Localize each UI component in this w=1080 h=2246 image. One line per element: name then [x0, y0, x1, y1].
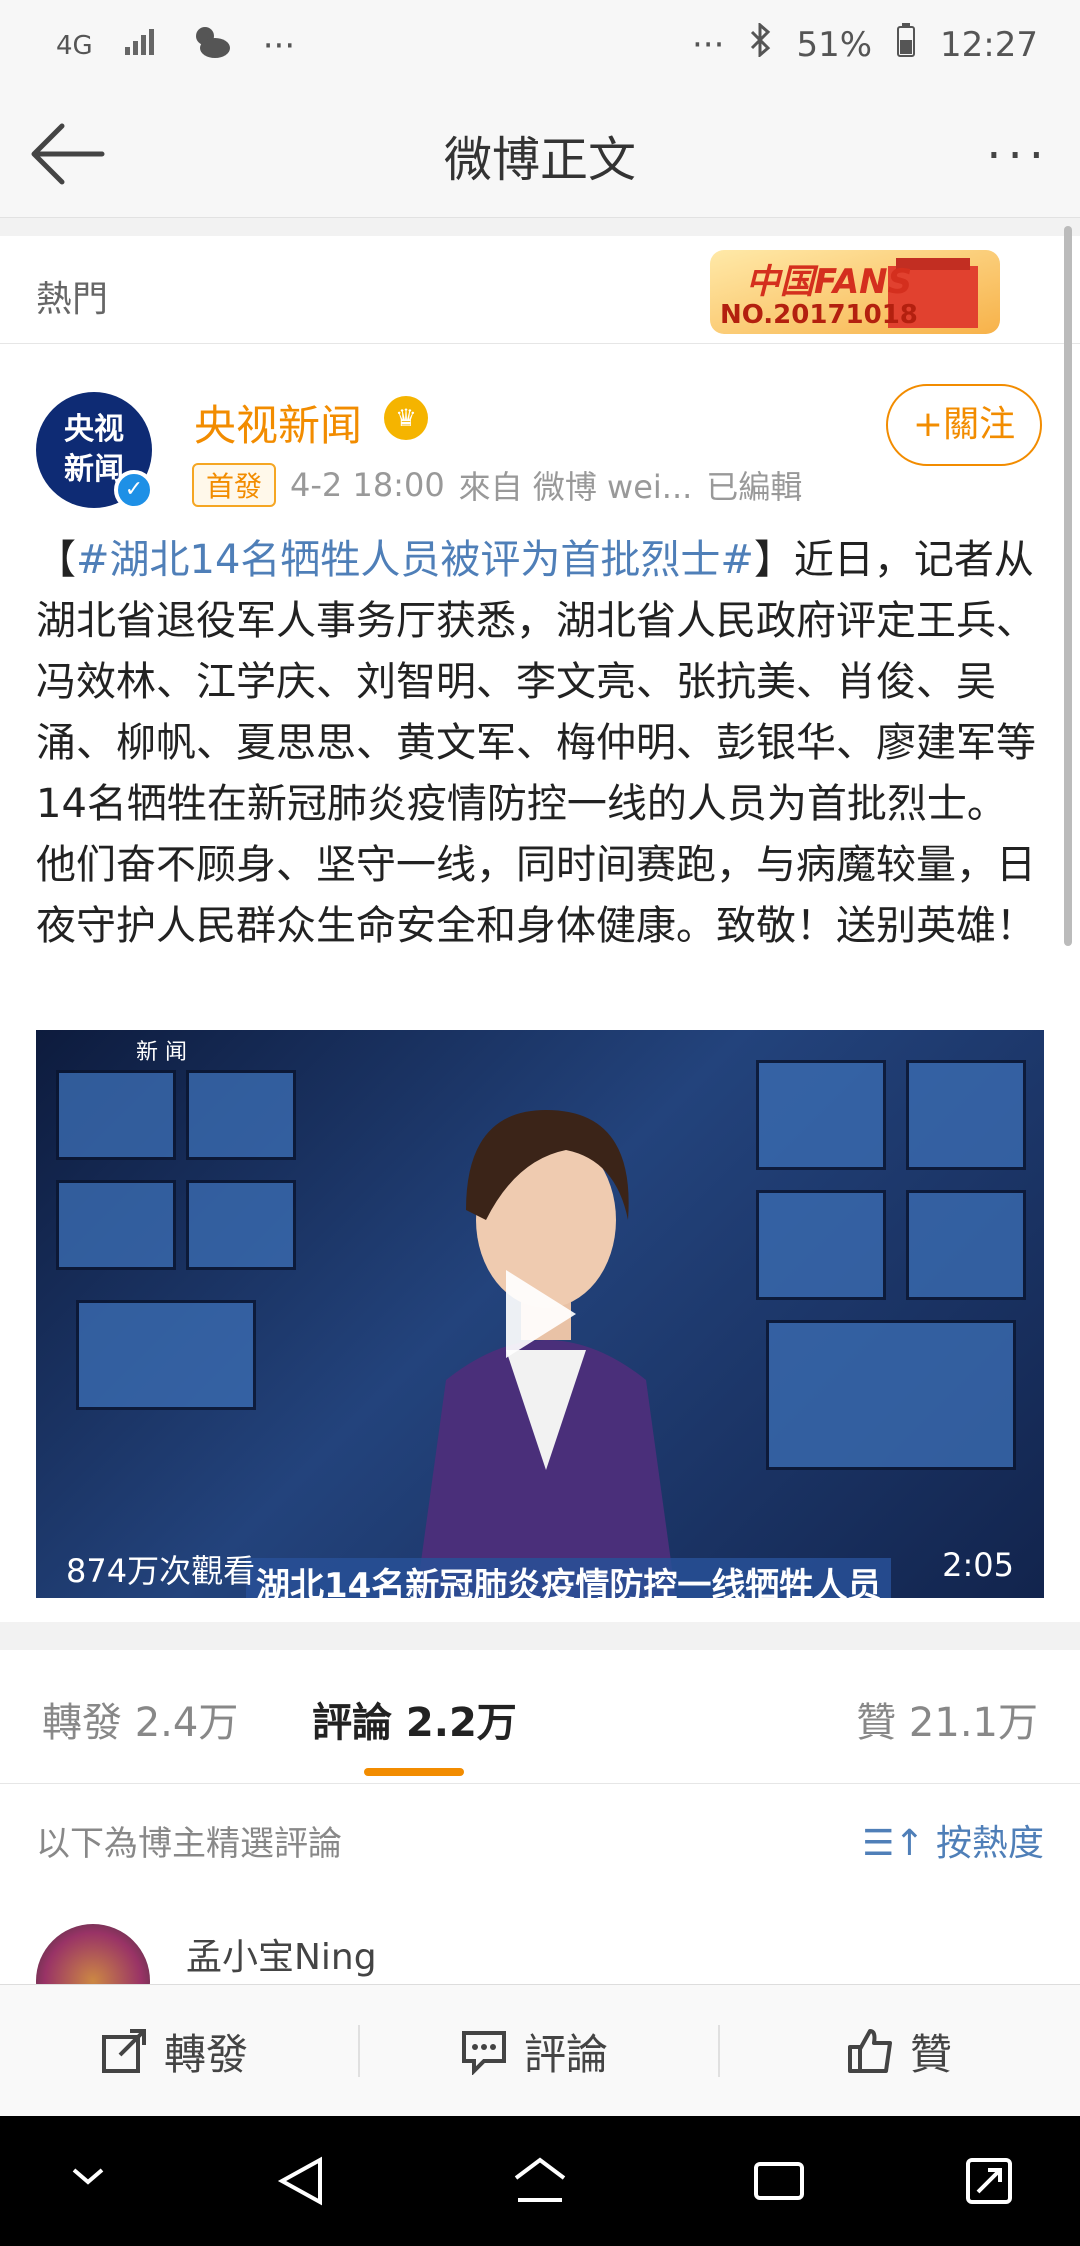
play-icon[interactable] [506, 1270, 576, 1358]
post-time: 4-2 18:00 [290, 466, 445, 504]
featured-comments-hint: 以下為博主精選評論 [36, 1824, 342, 1864]
clock: 12:27 [940, 24, 1038, 65]
sort-by-popularity-button[interactable]: ☰↑ 按熱度 [862, 1814, 1044, 1866]
background-monitor [906, 1060, 1026, 1170]
tab-comments[interactable]: 評論 2.2万 [312, 1690, 517, 1748]
background-monitor [906, 1190, 1026, 1300]
background-monitor [56, 1180, 176, 1270]
divider [718, 2025, 720, 2077]
hot-label: 熱門 [36, 279, 109, 320]
divider [358, 2025, 360, 2077]
battery-icon [896, 22, 916, 67]
background-monitor [76, 1300, 256, 1410]
notification-overflow: ··· [262, 25, 296, 66]
post-text-open: 【 [36, 537, 76, 583]
comment-item: 孟小宝Ning [0, 1894, 1080, 1984]
like-label: 贊 [910, 2029, 953, 2079]
signal-icon [123, 26, 159, 66]
view-count: 874万次觀看 [66, 1552, 256, 1590]
verified-icon: ✓ [114, 470, 154, 510]
comment-label: 評論 [524, 2029, 609, 2079]
tab-reposts[interactable]: 轉發 2.4万 [42, 1690, 238, 1748]
video-player[interactable]: 新 闻 湖北14名新冠肺炎疫情防控一线牺牲人员 874万次觀看 2:05 [36, 1030, 1044, 1598]
repost-label: 轉發 [164, 2029, 249, 2079]
system-navigation-bar [0, 2116, 1080, 2246]
nav-back-button[interactable] [276, 2156, 326, 2210]
post-text: 【#湖北14名牺牲人员被评为首批烈士#】近日，记者从湖北省退役军人事务厅获悉，湖… [36, 530, 1046, 957]
first-release-badge: 首發 [192, 463, 277, 507]
recents-icon [754, 2162, 804, 2200]
avatar-text-line1: 央视 [64, 412, 124, 447]
edited-label[interactable]: 已編輯 [706, 462, 802, 508]
commenter-name[interactable]: 孟小宝Ning [186, 1928, 377, 1980]
hide-keyboard-button[interactable] [68, 2156, 108, 2200]
vip-crown-icon: ♛ [384, 396, 428, 440]
post-meta: 首發 4-2 18:00 來自 微博 wei... 已編輯 [192, 462, 802, 508]
status-bar: 4G ··· ··· 51% 12:27 [0, 0, 1080, 90]
network-indicator: 4G [56, 30, 93, 61]
background-monitor [756, 1060, 886, 1170]
post-source[interactable]: 來自 微博 wei... [459, 462, 693, 508]
interaction-tabs: 轉發 2.4万 評論 2.2万 贊 21.1万 [0, 1650, 1080, 1784]
background-monitor [756, 1190, 886, 1300]
post-text-body: 】近日，记者从湖北省退役军人事务厅获悉，湖北省人民政府评定王兵、冯效林、江学庆、… [36, 537, 1036, 949]
back-triangle-icon [277, 2156, 322, 2206]
news-logo: 新 闻 [136, 1040, 187, 1065]
background-monitor [766, 1320, 1016, 1470]
video-duration: 2:05 [942, 1546, 1014, 1584]
comment-icon [462, 2031, 506, 2075]
bluetooth-icon [748, 21, 772, 66]
background-monitor [186, 1180, 296, 1270]
china-fans-badge-title: 中国FANS [746, 262, 913, 302]
nav-home-button[interactable] [512, 2156, 568, 2210]
more-options-button[interactable]: ··· [986, 128, 1050, 184]
bottom-action-bar: 轉發 評論 贊 [0, 1984, 1080, 2116]
weibo-post: 央视 新闻 ✓ 央视新闻 ♛ 首發 4-2 18:00 來自 微博 wei...… [0, 344, 1080, 1622]
repost-icon [102, 2029, 146, 2073]
battery-percent: 51% [796, 24, 873, 65]
weather-icon [189, 22, 233, 69]
video-caption: 湖北14名新冠肺炎疫情防控一线牺牲人员 [246, 1558, 892, 1598]
scrollbar[interactable] [1064, 226, 1072, 946]
thumbs-up-icon [848, 2029, 892, 2073]
author-name[interactable]: 央视新闻 [194, 392, 362, 453]
follow-button[interactable]: +關注 [886, 384, 1042, 466]
commenter-avatar[interactable] [36, 1924, 150, 1984]
tab-likes[interactable]: 贊 21.1万 [856, 1690, 1038, 1748]
background-monitor [56, 1070, 176, 1160]
china-fans-badge-number: NO.20171018 [720, 300, 918, 330]
like-button[interactable]: 贊 [846, 1985, 952, 2117]
china-fans-badge[interactable]: 中国FANS NO.20171018 [710, 244, 1000, 340]
nav-expand-button[interactable] [964, 2156, 1014, 2210]
topic-hashtag[interactable]: #湖北14名牺牲人员被评为首批烈士# [76, 537, 754, 583]
repost-button[interactable]: 轉發 [100, 1985, 248, 2117]
active-tab-indicator [364, 1768, 464, 1776]
status-overflow: ··· [692, 24, 725, 65]
sort-icon: ☰↑ [862, 1823, 925, 1864]
comment-filter-row: 以下為博主精選評論 ☰↑ 按熱度 [0, 1784, 1080, 1894]
expand-icon [966, 2158, 1012, 2204]
hot-section-header: 熱門 中国FANS NO.20171018 [0, 236, 1080, 344]
top-nav-bar: 微博正文 ··· [0, 90, 1080, 218]
page-title: 微博正文 [443, 132, 636, 188]
chevron-down-icon [72, 2168, 104, 2185]
background-monitor [186, 1070, 296, 1160]
author-avatar[interactable]: 央视 新闻 ✓ [36, 392, 154, 510]
comment-button[interactable]: 評論 [460, 1985, 608, 2117]
home-icon [514, 2157, 566, 2202]
nav-recents-button[interactable] [752, 2156, 806, 2210]
sort-label: 按熱度 [935, 1823, 1044, 1864]
